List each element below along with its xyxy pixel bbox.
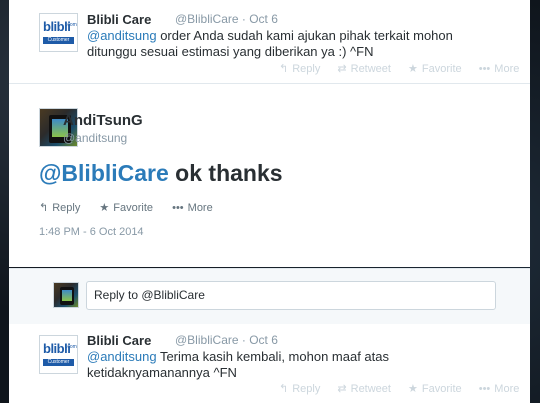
avatar-phone-screen (62, 290, 72, 301)
tweet-text-line2: ditunggu sesuai estimasi yang diberikan … (87, 44, 374, 59)
avatar[interactable]: blibli .com Customer Care (39, 335, 78, 374)
tweet-text-body: ok thanks (168, 160, 283, 186)
mention-link[interactable]: @anditsung (87, 349, 157, 364)
favorite-label: Favorite (113, 202, 154, 214)
tweet-text: @anditsung Terima kasih kembali, mohon m… (87, 349, 517, 381)
mention-link[interactable]: @anditsung (87, 28, 157, 43)
author-handle-date[interactable]: @BlibliCare · Oct 6 (175, 333, 278, 347)
author-handle-date[interactable]: @BlibliCare · Oct 6 (175, 12, 278, 26)
tweet-actions: ↰ Reply ★ Favorite ••• More (39, 201, 229, 214)
reply-icon: ↰ (279, 383, 289, 395)
tweet-card-bottom[interactable]: blibli .com Customer Care Blibli Care @B… (9, 324, 530, 403)
avatar[interactable]: blibli .com Customer Care (39, 13, 78, 52)
reply-input[interactable]: Reply to @BlibliCare (86, 281, 496, 310)
tweet-card-main: AndiTsunG @anditsung @BlibliCare ok than… (9, 84, 530, 267)
tweet-text-line1: Terima kasih kembali, mohon maaf atas (156, 349, 389, 364)
more-label: More (494, 63, 520, 75)
more-dots-icon: ••• (478, 383, 491, 395)
tweet-timestamp[interactable]: 1:48 PM - 6 Oct 2014 (39, 226, 144, 238)
tweet-actions: ↰ Reply ⇄ Retweet ★ Favorite ••• More (279, 62, 533, 75)
reply-composer: Reply to @BlibliCare (9, 268, 530, 325)
author-handle[interactable]: @anditsung (63, 131, 127, 145)
author-name[interactable]: Blibli Care (87, 12, 151, 27)
reply-button[interactable]: ↰ Reply (279, 63, 320, 75)
more-dots-icon: ••• (478, 63, 491, 75)
reply-label: Reply (292, 383, 321, 395)
avatar-brand-suffix: .com (66, 344, 77, 350)
reply-label: Reply (292, 63, 321, 75)
more-label: More (494, 383, 520, 395)
retweet-icon: ⇄ (337, 383, 347, 395)
tweet-text-line1: order Anda sudah kami ajukan pihak terka… (156, 28, 453, 43)
retweet-icon: ⇄ (337, 63, 347, 75)
avatar-brand-suffix: .com (66, 22, 77, 28)
star-icon: ★ (99, 202, 110, 214)
more-button[interactable]: ••• More (479, 383, 520, 395)
reply-input-prefix: Reply to (94, 288, 142, 302)
reply-label: Reply (52, 202, 81, 214)
avatar-caption: Customer Care (43, 359, 74, 372)
author-name[interactable]: AndiTsunG (63, 112, 143, 129)
reply-button[interactable]: ↰ Reply (39, 202, 80, 214)
favorite-label: Favorite (421, 383, 462, 395)
reply-input-mention: @BlibliCare (141, 288, 205, 302)
more-button[interactable]: ••• More (172, 202, 213, 214)
reply-button[interactable]: ↰ Reply (279, 383, 320, 395)
more-dots-icon: ••• (172, 202, 184, 214)
more-label: More (187, 202, 213, 214)
retweet-label: Retweet (350, 383, 391, 395)
tweet-actions: ↰ Reply ⇄ Retweet ★ Favorite ••• More (279, 382, 533, 395)
retweet-button[interactable]: ⇄ Retweet (337, 383, 391, 395)
star-icon: ★ (408, 63, 418, 75)
star-icon: ★ (408, 383, 418, 395)
reply-icon: ↰ (279, 63, 289, 75)
tweet-text: @BlibliCare ok thanks (39, 160, 283, 187)
mention-link[interactable]: @BlibliCare (39, 160, 169, 186)
favorite-label: Favorite (421, 63, 462, 75)
avatar-phone-shape (60, 287, 74, 305)
avatar (53, 282, 79, 308)
retweet-label: Retweet (350, 63, 391, 75)
tweet-text: @anditsung order Anda sudah kami ajukan … (87, 28, 517, 60)
tweet-text-line2: ketidaknyamanannya ^FN (87, 365, 237, 380)
tweet-card-top[interactable]: blibli .com Customer Care Blibli Care @B… (9, 0, 530, 84)
retweet-button[interactable]: ⇄ Retweet (337, 63, 391, 75)
favorite-button[interactable]: ★ Favorite (408, 383, 462, 395)
reply-icon: ↰ (39, 202, 49, 214)
favorite-button[interactable]: ★ Favorite (99, 202, 153, 214)
avatar-caption: Customer Care (43, 37, 74, 50)
favorite-button[interactable]: ★ Favorite (408, 63, 462, 75)
more-button[interactable]: ••• More (479, 63, 520, 75)
author-name[interactable]: Blibli Care (87, 333, 151, 348)
